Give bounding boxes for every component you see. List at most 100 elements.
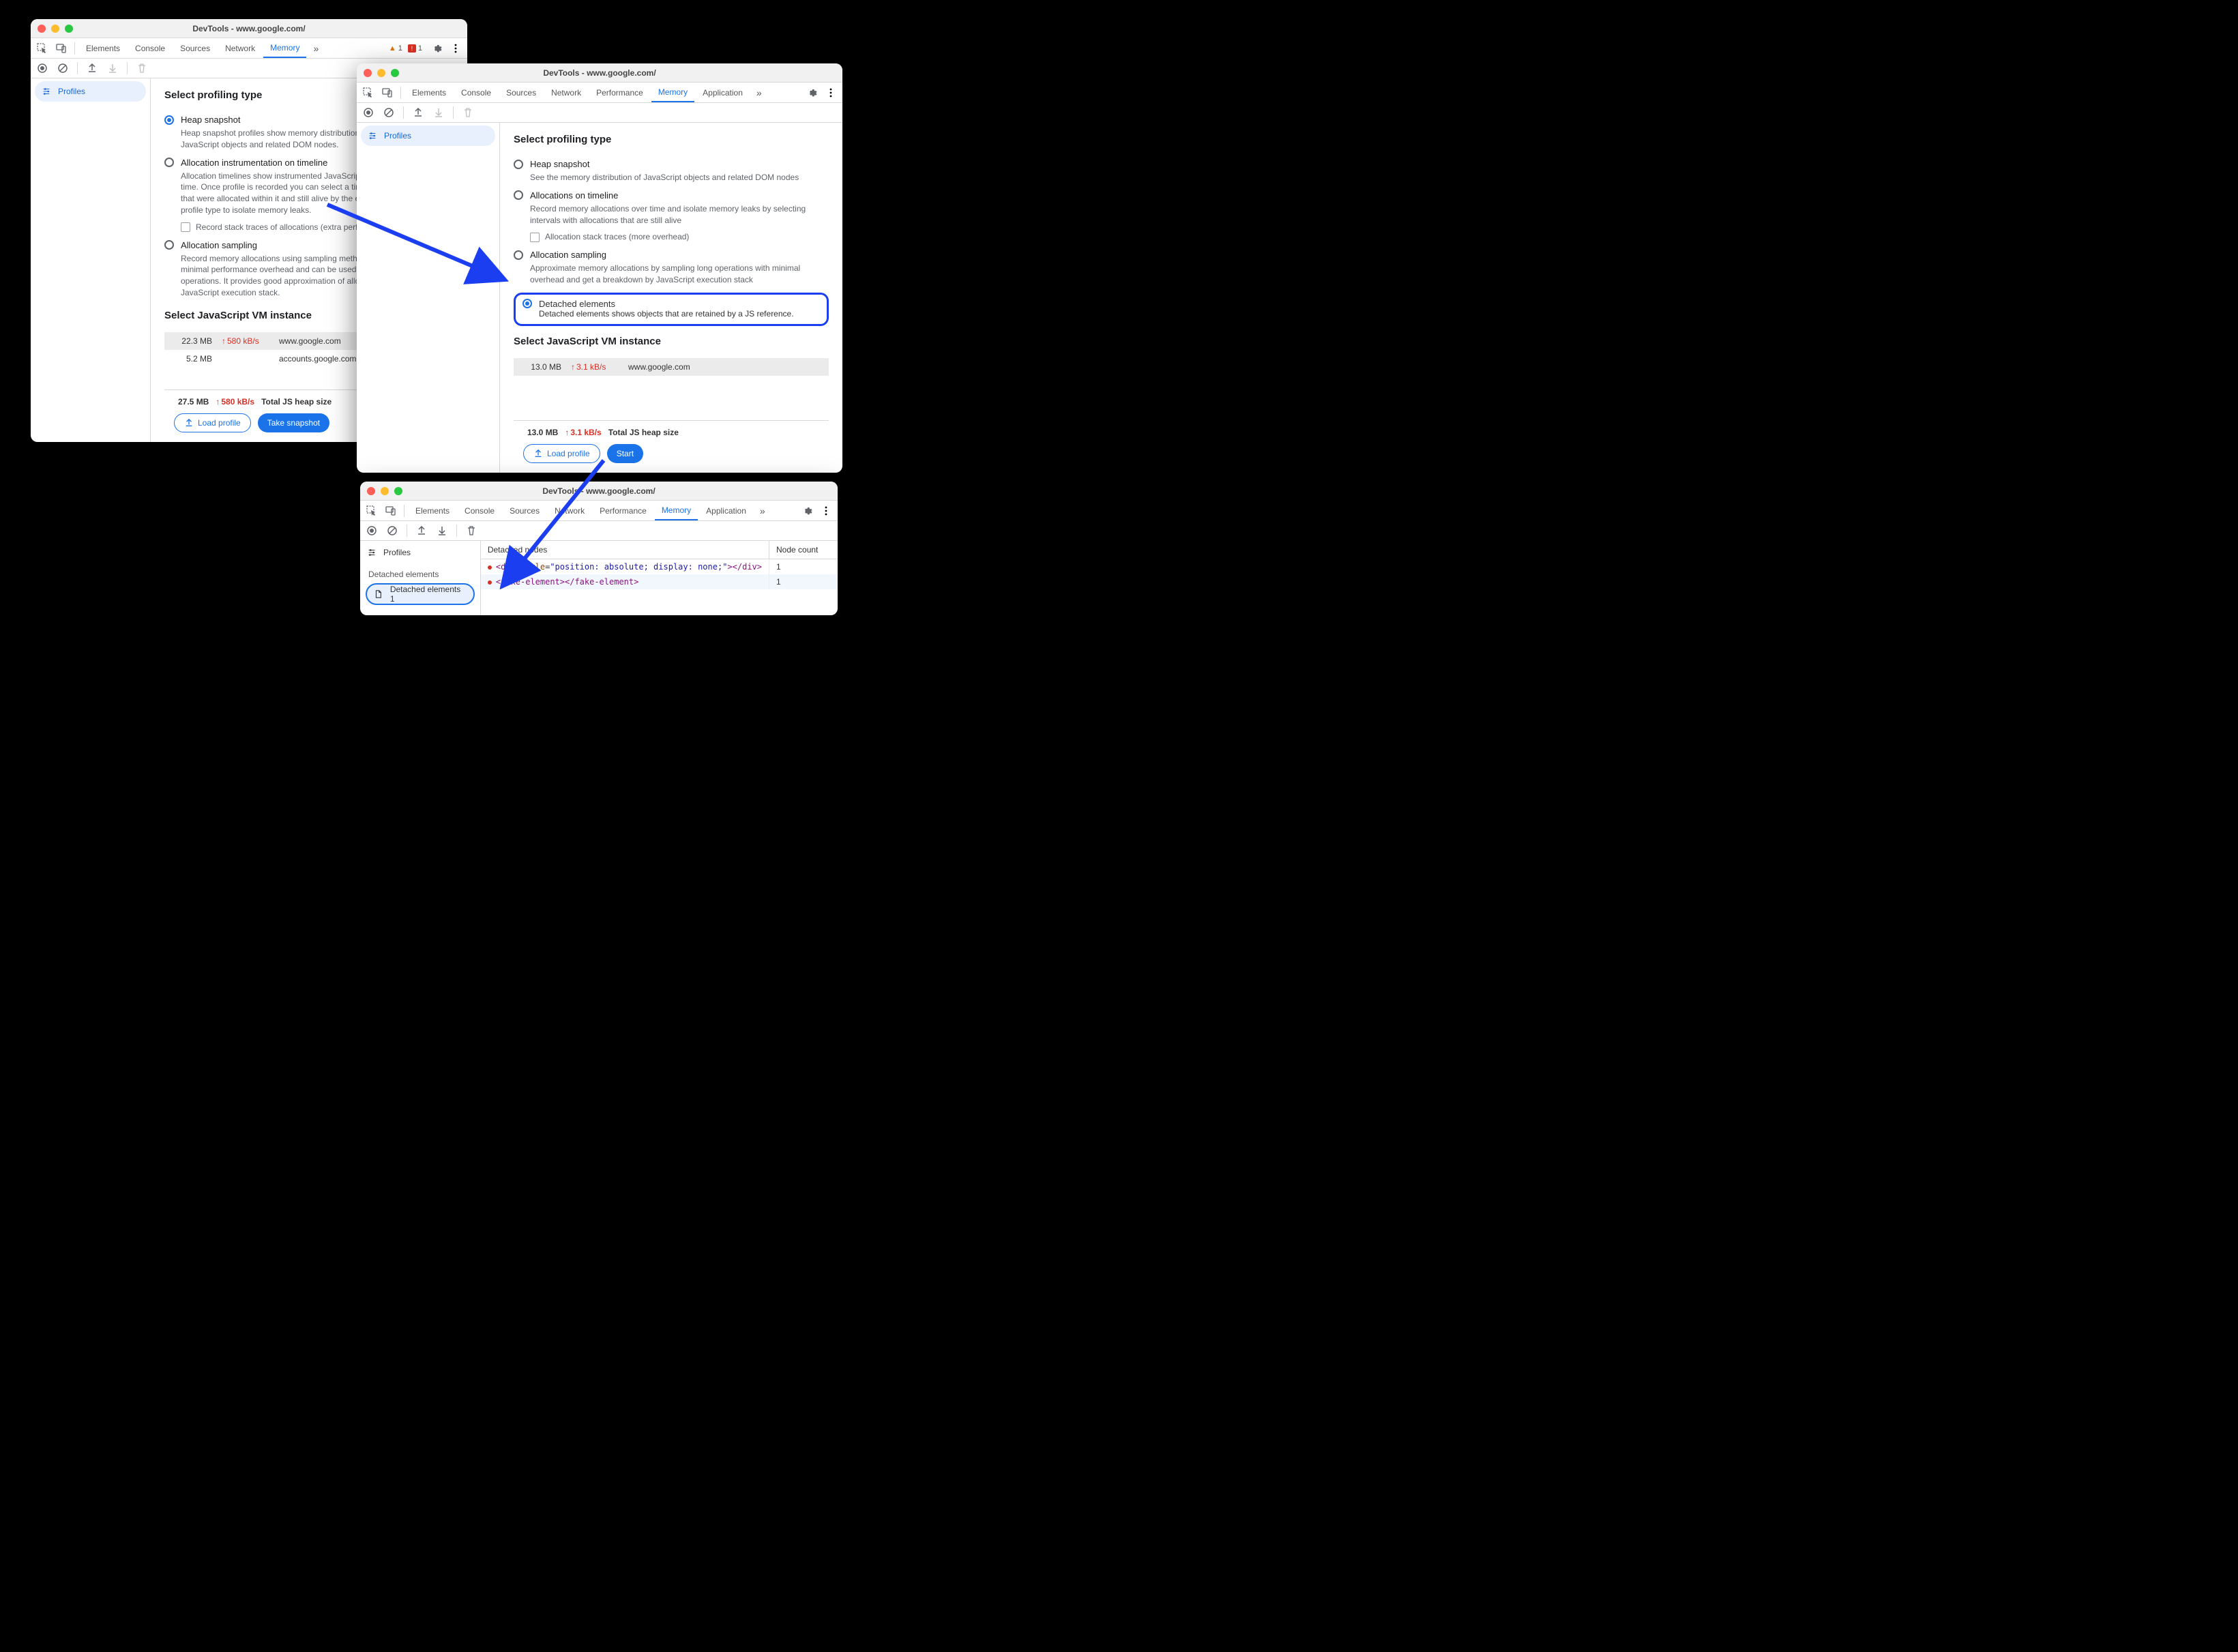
sidebar-item-profiles[interactable]: Profiles bbox=[35, 81, 146, 102]
tab-elements[interactable]: Elements bbox=[79, 38, 127, 58]
load-profile-button[interactable]: Load profile bbox=[523, 444, 600, 463]
take-snapshot-button[interactable]: Take snapshot bbox=[258, 413, 329, 432]
device-toggle-icon[interactable] bbox=[382, 502, 400, 520]
more-tabs-icon[interactable]: » bbox=[751, 87, 767, 98]
grid-row[interactable]: <fake-element></fake-element> 1 bbox=[481, 574, 838, 589]
upload-icon[interactable] bbox=[409, 104, 427, 121]
warnings-badge[interactable]: ▲1 bbox=[389, 44, 402, 53]
download-icon[interactable] bbox=[433, 522, 451, 540]
minimize-icon[interactable] bbox=[377, 69, 385, 77]
sidebar-item-profiles[interactable]: Profiles bbox=[360, 542, 480, 563]
sidebar-section-label: Detached elements bbox=[360, 563, 480, 582]
trash-icon bbox=[459, 104, 477, 121]
download-icon bbox=[430, 104, 447, 121]
gear-icon[interactable] bbox=[798, 502, 816, 520]
file-icon bbox=[374, 589, 383, 599]
minimize-icon[interactable] bbox=[381, 487, 389, 495]
close-icon[interactable] bbox=[364, 69, 372, 77]
profiling-type-heading: Select profiling type bbox=[514, 134, 829, 145]
sliders-icon bbox=[368, 131, 377, 141]
radio-icon[interactable] bbox=[164, 240, 174, 250]
errors-badge[interactable]: !1 bbox=[408, 44, 422, 53]
upload-icon[interactable] bbox=[83, 59, 101, 77]
kebab-icon[interactable] bbox=[447, 40, 465, 57]
device-toggle-icon[interactable] bbox=[379, 84, 396, 102]
tab-sources[interactable]: Sources bbox=[173, 38, 217, 58]
download-icon bbox=[104, 59, 121, 77]
radio-icon[interactable] bbox=[514, 250, 523, 260]
device-toggle-icon[interactable] bbox=[53, 40, 70, 57]
inspect-icon[interactable] bbox=[33, 40, 51, 57]
tab-application[interactable]: Application bbox=[699, 501, 753, 520]
tab-network[interactable]: Network bbox=[544, 83, 588, 102]
tab-elements[interactable]: Elements bbox=[409, 501, 456, 520]
load-profile-button[interactable]: Load profile bbox=[174, 413, 251, 432]
radio-icon[interactable] bbox=[164, 115, 174, 125]
grid-header: Detached nodes Node count bbox=[481, 541, 838, 559]
tab-application[interactable]: Application bbox=[696, 83, 750, 102]
option-detached-elements[interactable]: Detached elements bbox=[522, 299, 820, 309]
sidebar-item-label: Profiles bbox=[383, 548, 411, 557]
clear-icon[interactable] bbox=[54, 59, 72, 77]
maximize-icon[interactable] bbox=[65, 25, 73, 33]
gear-icon[interactable] bbox=[428, 40, 445, 57]
inspect-icon[interactable] bbox=[359, 84, 377, 102]
record-icon[interactable] bbox=[359, 104, 377, 121]
tab-console[interactable]: Console bbox=[458, 501, 501, 520]
window-title: DevTools - www.google.com/ bbox=[31, 24, 467, 33]
record-icon[interactable] bbox=[33, 59, 51, 77]
tab-network[interactable]: Network bbox=[548, 501, 591, 520]
tab-performance[interactable]: Performance bbox=[589, 83, 650, 102]
sliders-icon bbox=[367, 548, 377, 557]
inspect-icon[interactable] bbox=[363, 502, 381, 520]
upload-icon[interactable] bbox=[413, 522, 430, 540]
tab-console[interactable]: Console bbox=[128, 38, 172, 58]
minimize-icon[interactable] bbox=[51, 25, 59, 33]
radio-icon[interactable] bbox=[164, 158, 174, 167]
checkbox-icon[interactable] bbox=[530, 233, 540, 242]
total-heap: 13.0 MB ↑3.1 kB/s Total JS heap size bbox=[523, 428, 819, 437]
sidebar-item-label: Profiles bbox=[384, 131, 411, 141]
tab-memory[interactable]: Memory bbox=[655, 501, 698, 520]
record-icon[interactable] bbox=[363, 522, 381, 540]
more-tabs-icon[interactable]: » bbox=[308, 43, 324, 54]
kebab-icon[interactable] bbox=[817, 502, 835, 520]
option-heap-snapshot[interactable]: Heap snapshot See the memory distributio… bbox=[514, 159, 829, 183]
maximize-icon[interactable] bbox=[394, 487, 402, 495]
start-button[interactable]: Start bbox=[607, 444, 643, 463]
tab-performance[interactable]: Performance bbox=[593, 501, 653, 520]
close-icon[interactable] bbox=[38, 25, 46, 33]
tab-sources[interactable]: Sources bbox=[503, 501, 546, 520]
vm-row[interactable]: 13.0 MB ↑3.1 kB/s www.google.com bbox=[514, 358, 829, 376]
option-allocations-timeline[interactable]: Allocations on timeline Record memory al… bbox=[514, 190, 829, 243]
sidebar-item-label: Profiles bbox=[58, 87, 85, 96]
maximize-icon[interactable] bbox=[391, 69, 399, 77]
tab-elements[interactable]: Elements bbox=[405, 83, 453, 102]
tab-console[interactable]: Console bbox=[454, 83, 498, 102]
window-title: DevTools - www.google.com/ bbox=[357, 68, 842, 78]
tab-network[interactable]: Network bbox=[218, 38, 262, 58]
trash-icon[interactable] bbox=[462, 522, 480, 540]
radio-icon[interactable] bbox=[522, 299, 532, 308]
red-dot-icon bbox=[488, 580, 492, 585]
trash-icon bbox=[133, 59, 151, 77]
sidebar-item-detached-1[interactable]: Detached elements 1 bbox=[366, 583, 475, 605]
tab-memory[interactable]: Memory bbox=[651, 83, 694, 102]
rate: ↑580 kB/s bbox=[222, 336, 269, 346]
tab-sources[interactable]: Sources bbox=[499, 83, 543, 102]
sidebar-item-profiles[interactable]: Profiles bbox=[361, 126, 495, 146]
checkbox-icon[interactable] bbox=[181, 222, 190, 232]
window-title: DevTools - www.google.com/ bbox=[360, 486, 838, 496]
radio-icon[interactable] bbox=[514, 160, 523, 169]
option-detached-elements-highlight: Detached elements Detached elements show… bbox=[514, 293, 829, 326]
more-tabs-icon[interactable]: » bbox=[754, 505, 771, 516]
radio-icon[interactable] bbox=[514, 190, 523, 200]
kebab-icon[interactable] bbox=[822, 84, 840, 102]
gear-icon[interactable] bbox=[803, 84, 821, 102]
clear-icon[interactable] bbox=[383, 522, 401, 540]
tab-memory[interactable]: Memory bbox=[263, 38, 306, 58]
grid-row[interactable]: <div style="position: absolute; display:… bbox=[481, 559, 838, 574]
option-allocation-sampling[interactable]: Allocation sampling Approximate memory a… bbox=[514, 250, 829, 286]
close-icon[interactable] bbox=[367, 487, 375, 495]
clear-icon[interactable] bbox=[380, 104, 398, 121]
